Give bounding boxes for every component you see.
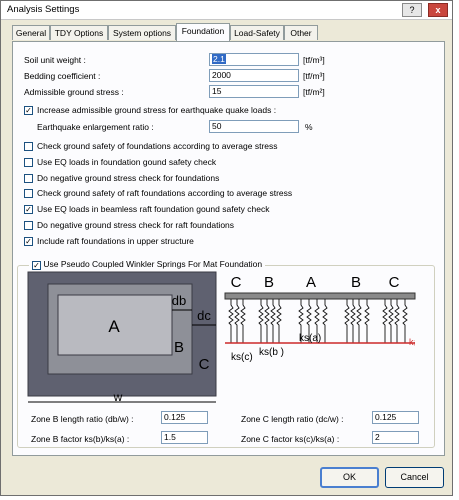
plan-label-dc: dc (197, 308, 211, 323)
negative-stress-raft-checkbox[interactable] (24, 221, 33, 230)
admissible-ground-stress-input[interactable]: 15 (209, 85, 299, 98)
bedding-coefficient-label: Bedding coefficient : (24, 71, 101, 81)
section-label-c-left: C (231, 274, 242, 291)
ok-button[interactable]: OK (320, 467, 379, 488)
spring-symbol (240, 299, 246, 343)
tab-tdy-options[interactable]: TDY Options (50, 25, 108, 40)
soil-unit-weight-unit: [tf/m³] (303, 55, 325, 65)
window-title: Analysis Settings (7, 4, 80, 15)
zone-plan-diagram: A B C db dc w (27, 271, 217, 404)
section-label-c-right: C (389, 274, 400, 291)
admissible-ground-stress-label: Admissible ground stress : (24, 87, 124, 97)
zone-b-factor-label: Zone B factor ks(b)/ks(a) : (31, 434, 130, 444)
zone-c-factor-input[interactable]: 2 (372, 431, 419, 444)
winkler-group-title: ✓ Use Pseudo Coupled Winkler Springs For… (29, 259, 266, 270)
spring-symbol (270, 299, 276, 343)
increase-stress-checkbox[interactable]: ✓ (24, 106, 33, 115)
mat-slab (224, 292, 416, 300)
raft-avg-stress-checkbox[interactable] (24, 189, 33, 198)
soil-unit-weight-input[interactable]: 2.1 (209, 53, 299, 66)
title-bar: Analysis Settings ? x (1, 1, 452, 20)
zone-c-length-label: Zone C length ratio (dc/w) : (241, 414, 344, 424)
eq-loads-foundation-label: Use EQ loads in foundation gound safety … (37, 157, 217, 167)
zone-c-factor-label: Zone C factor ks(c)/ks(a) : (241, 434, 340, 444)
winkler-label: Use Pseudo Coupled Winkler Springs For M… (43, 259, 263, 269)
plan-label-b: B (174, 339, 184, 356)
spring-symbol (394, 299, 400, 343)
raft-avg-stress-label: Check ground safety of raft foundations … (37, 188, 293, 198)
section-label-b-left: B (264, 274, 274, 291)
zone-b-factor-input[interactable]: 1.5 (161, 431, 208, 444)
spring-symbol (350, 299, 356, 343)
include-raft-checkbox[interactable]: ✓ (24, 237, 33, 246)
spring-symbol (228, 299, 234, 343)
spring-symbol (402, 299, 408, 343)
winkler-checkbox[interactable]: ✓ (32, 261, 41, 270)
zone-b-length-label: Zone B length ratio (db/w) : (31, 414, 134, 424)
admissible-ground-stress-unit: [tf/m²] (303, 87, 325, 97)
eq-loads-foundation-checkbox[interactable] (24, 158, 33, 167)
spring-symbol (276, 299, 282, 343)
ks-b-label: ks(b ) (259, 347, 284, 358)
check-avg-stress-label: Check ground safety of foundations accor… (37, 141, 278, 151)
section-label-b-right: B (351, 274, 361, 291)
plan-label-db: db (172, 293, 186, 308)
tab-other[interactable]: Other (284, 25, 318, 40)
ks-a-label: ks(a) (299, 333, 321, 344)
spring-symbol (388, 299, 394, 343)
spring-symbol (344, 299, 350, 343)
tab-system-options[interactable]: System options (108, 25, 176, 40)
section-label-a: A (306, 274, 316, 291)
earthquake-ratio-label: Earthquake enlargement ratio : (37, 122, 154, 132)
close-button[interactable]: x (428, 3, 448, 17)
spring-symbol (234, 299, 240, 343)
ks-c-label: ks(c) (231, 352, 253, 363)
ki-label: kᵢ (409, 337, 415, 347)
negative-stress-foundation-checkbox[interactable] (24, 174, 33, 183)
check-avg-stress-checkbox[interactable] (24, 142, 33, 151)
include-raft-label: Include raft foundations in upper struct… (37, 236, 194, 246)
bedding-coefficient-input[interactable]: 2000 (209, 69, 299, 82)
plan-label-w: w (113, 390, 123, 404)
spring-symbol (322, 299, 328, 343)
analysis-settings-dialog: Analysis Settings ? x General TDY Option… (0, 0, 453, 496)
spring-symbol (382, 299, 388, 343)
spring-section-diagram: C B A B C ks(c) ks(b ) ks(a) kᵢ (224, 274, 416, 363)
spring-symbol (264, 299, 270, 343)
plan-label-c: C (199, 356, 210, 373)
bedding-coefficient-unit: [tf/m³] (303, 71, 325, 81)
spring-symbol (364, 299, 370, 343)
spring-symbol (258, 299, 264, 343)
earthquake-ratio-input[interactable]: 50 (209, 120, 299, 133)
soil-unit-weight-label: Soil unit weight : (24, 55, 86, 65)
tab-general[interactable]: General (12, 25, 50, 40)
earthquake-ratio-unit: % (305, 122, 313, 132)
zone-b-length-input[interactable]: 0.125 (161, 411, 208, 424)
tab-foundation[interactable]: Foundation (176, 23, 230, 41)
cancel-button[interactable]: Cancel (385, 467, 444, 488)
negative-stress-raft-label: Do negative ground stress check for raft… (37, 220, 235, 230)
tab-load-safety[interactable]: Load-Safety (230, 25, 284, 40)
negative-stress-foundation-label: Do negative ground stress check for foun… (37, 173, 220, 183)
help-button[interactable]: ? (402, 3, 422, 17)
spring-symbol (356, 299, 362, 343)
zone-c-length-input[interactable]: 0.125 (372, 411, 419, 424)
eq-loads-raft-checkbox[interactable]: ✓ (24, 205, 33, 214)
increase-stress-label: Increase admissible ground stress for ea… (37, 105, 277, 115)
eq-loads-raft-label: Use EQ loads in beamless raft foundation… (37, 204, 270, 214)
plan-label-a: A (108, 317, 120, 336)
